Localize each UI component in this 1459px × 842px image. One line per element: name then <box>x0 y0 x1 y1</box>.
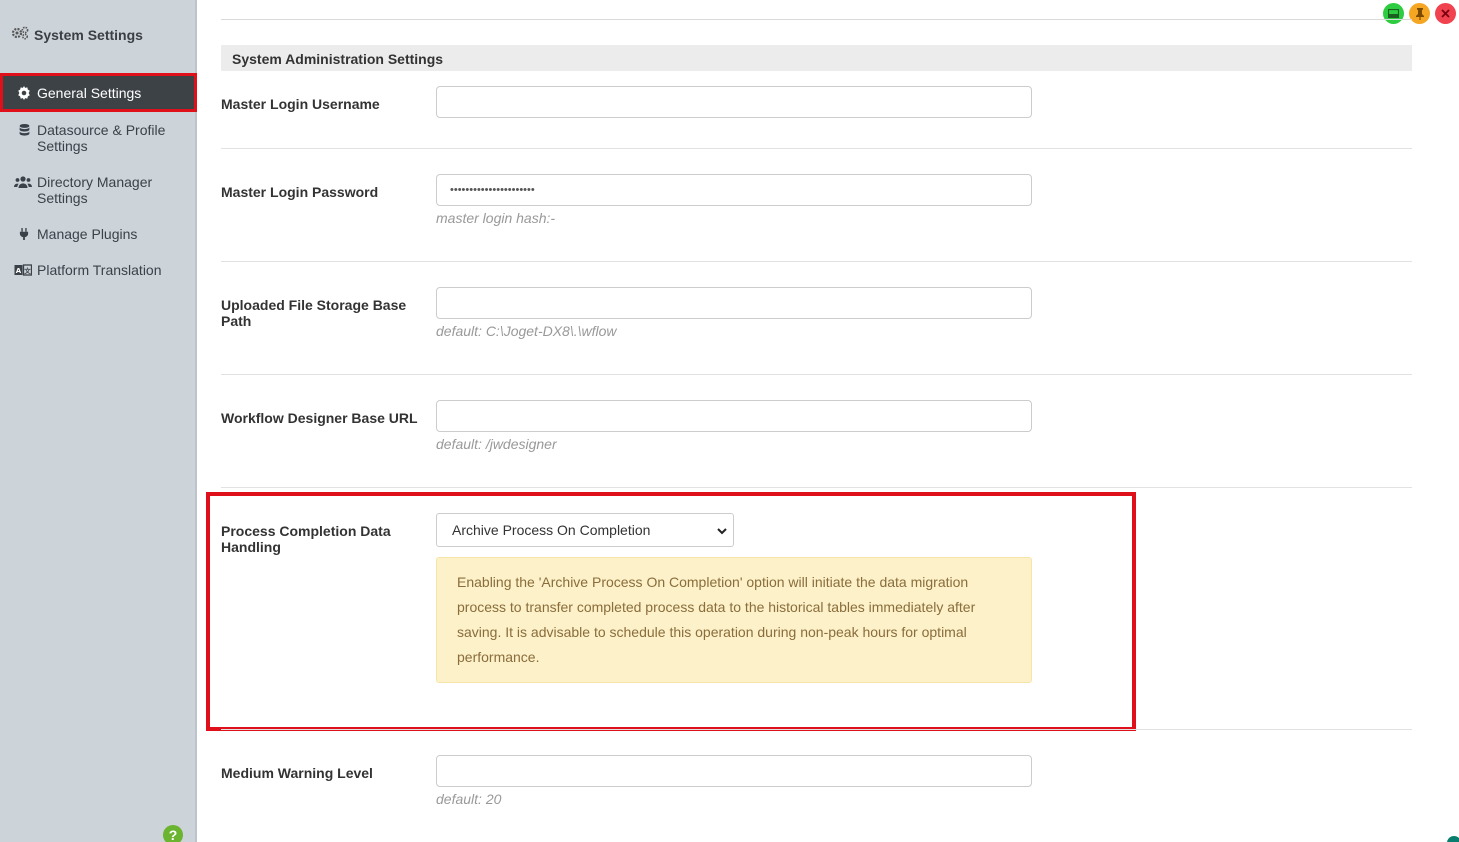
sidebar-item-label: Directory Manager Settings <box>37 174 153 206</box>
sidebar-item-platform-translation[interactable]: A文 Platform Translation <box>0 262 197 278</box>
master-password-label: Master Login Password <box>221 184 379 200</box>
divider <box>221 729 1412 730</box>
minimize-button[interactable] <box>1383 3 1404 24</box>
window-icon <box>1388 9 1399 18</box>
sidebar: System Settings General Settings Datasou… <box>0 0 197 842</box>
designer-url-label: Workflow Designer Base URL <box>221 410 418 426</box>
sidebar-item-label: Platform Translation <box>37 262 162 278</box>
plug-icon <box>16 226 32 242</box>
sidebar-nav: General Settings Datasource & Profile Se… <box>0 73 197 278</box>
medium-warning-label: Medium Warning Level <box>221 765 373 781</box>
divider <box>221 374 1412 375</box>
highlight-box <box>206 492 1136 731</box>
settings-window: System Settings General Settings Datasou… <box>0 0 1459 842</box>
corner-indicator <box>1447 836 1459 842</box>
gears-icon <box>11 26 29 43</box>
master-password-hint: master login hash:- <box>436 210 556 226</box>
help-icon[interactable]: ? <box>163 825 183 842</box>
svg-text:A: A <box>16 267 22 275</box>
sidebar-item-manage-plugins[interactable]: Manage Plugins <box>0 226 197 242</box>
translate-icon: A文 <box>14 262 32 278</box>
section-title: System Administration Settings <box>221 45 1412 71</box>
master-password-input[interactable] <box>436 174 1032 206</box>
sidebar-item-label: Datasource & Profile Settings <box>37 122 166 154</box>
database-icon <box>16 122 32 138</box>
sidebar-item-datasource[interactable]: Datasource & Profile Settings <box>0 122 197 154</box>
medium-warning-input[interactable] <box>436 755 1032 787</box>
pin-button[interactable] <box>1409 3 1430 24</box>
divider <box>221 261 1412 262</box>
sidebar-item-general-settings[interactable]: General Settings <box>0 73 197 112</box>
gear-icon <box>16 85 32 101</box>
file-storage-hint: default: C:\Joget-DX8\.\wflow <box>436 323 617 339</box>
sidebar-item-directory-manager[interactable]: Directory Manager Settings <box>0 174 197 206</box>
sidebar-title: System Settings <box>11 26 143 43</box>
users-icon <box>14 174 32 190</box>
svg-text:文: 文 <box>23 266 31 275</box>
designer-url-hint: default: /jwdesigner <box>436 436 557 452</box>
sidebar-item-label: Manage Plugins <box>37 226 138 242</box>
designer-url-input[interactable] <box>436 400 1032 432</box>
pin-icon <box>1415 7 1424 20</box>
medium-warning-hint: default: 20 <box>436 791 502 807</box>
file-storage-label: Uploaded File Storage Base Path <box>221 297 407 329</box>
close-button[interactable] <box>1435 3 1456 24</box>
close-icon <box>1441 9 1450 18</box>
divider <box>221 148 1412 149</box>
master-username-label: Master Login Username <box>221 96 380 112</box>
file-storage-input[interactable] <box>436 287 1032 319</box>
divider <box>221 487 1412 488</box>
top-divider <box>221 19 1412 20</box>
master-username-input[interactable] <box>436 86 1032 118</box>
sidebar-item-label: General Settings <box>37 84 142 101</box>
sidebar-title-text: System Settings <box>34 26 143 43</box>
